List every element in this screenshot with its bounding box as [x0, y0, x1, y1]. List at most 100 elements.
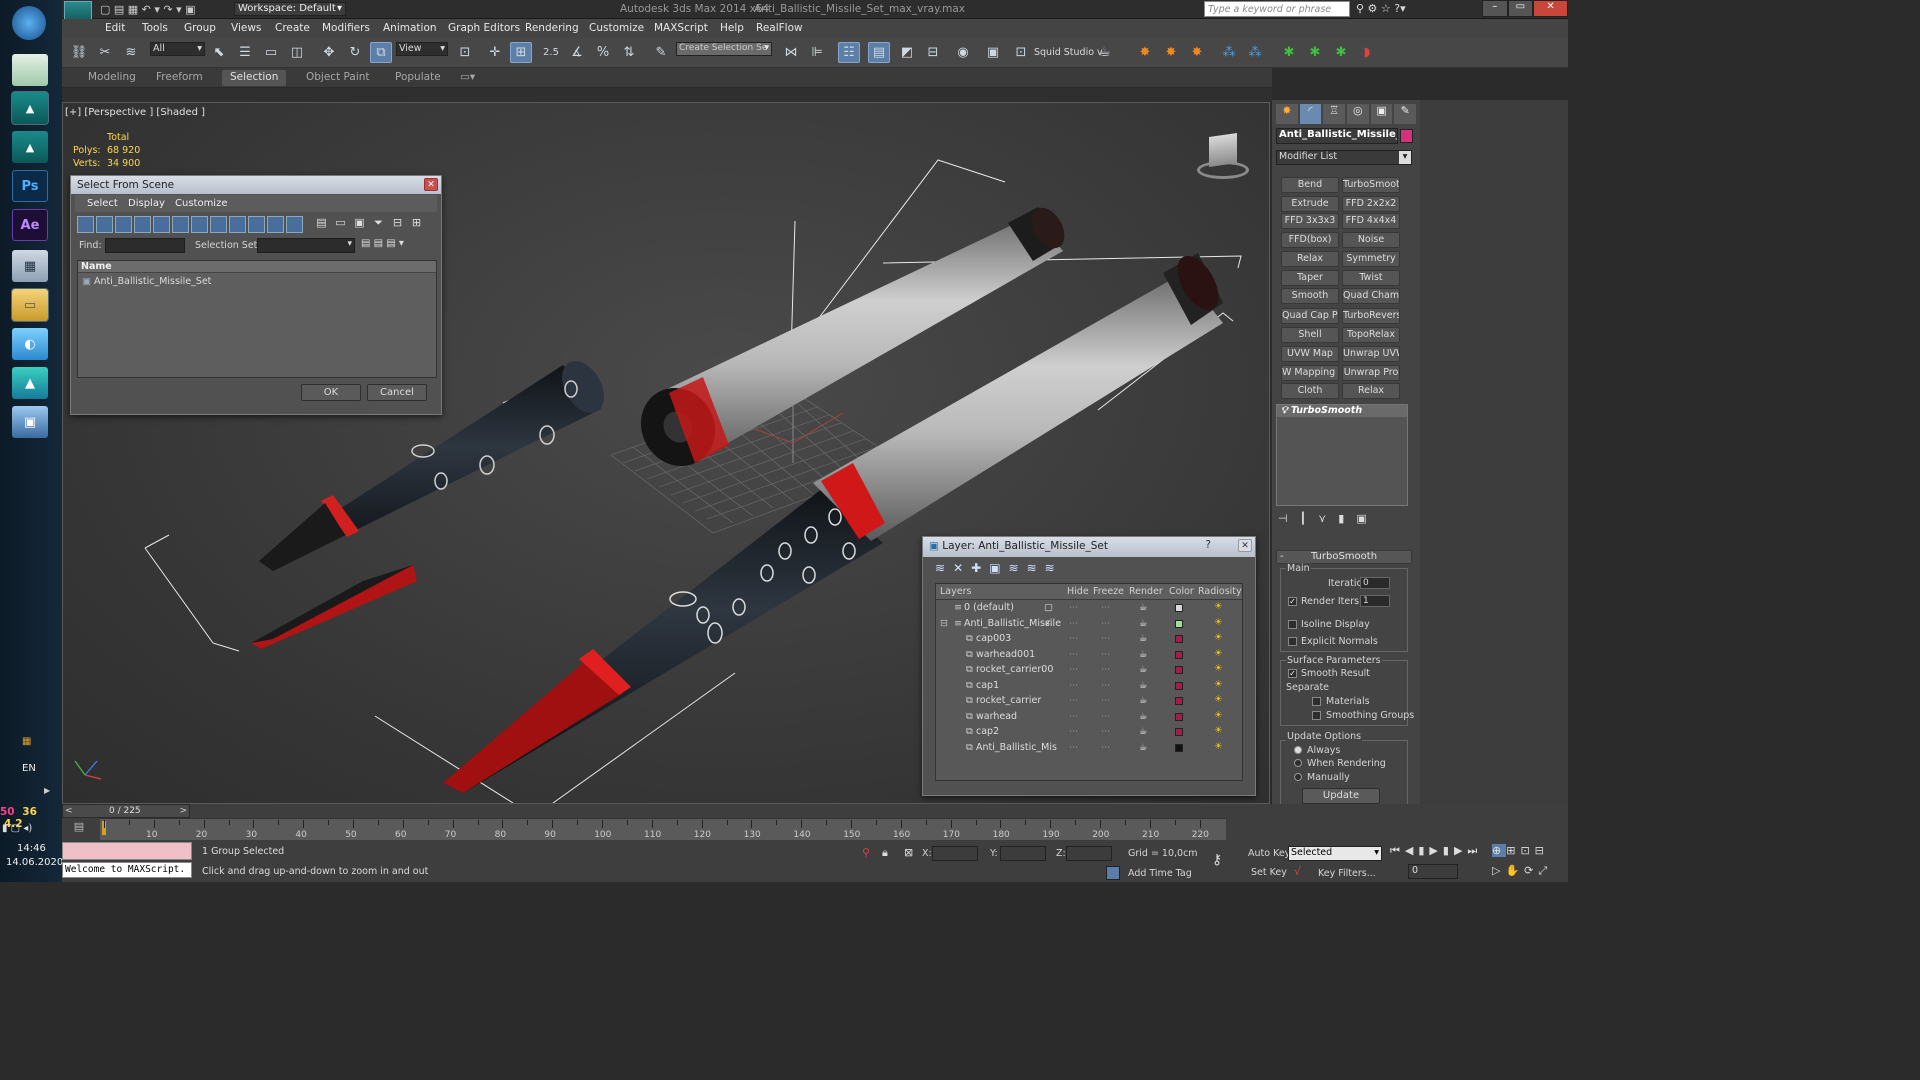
layer-name[interactable]: Anti_Ballistic_Mis	[976, 742, 1057, 753]
modifier-button-shell[interactable]: Shell	[1281, 327, 1339, 343]
iterations-spinner[interactable]: 0	[1360, 577, 1390, 589]
layer-name[interactable]: cap1	[976, 680, 999, 691]
render-teapot-icon[interactable]: ☕	[1139, 649, 1148, 660]
layer-row[interactable]: ⧉ cap2 ⋯ ⋯ ☕ ☀	[936, 725, 1242, 741]
layer-color-swatch[interactable]	[1175, 604, 1183, 612]
angle-snap-icon[interactable]: ∡	[566, 42, 588, 63]
menu-display[interactable]: Display	[128, 198, 165, 209]
layer-row[interactable]: ⊟ ≡ Anti_Ballistic_Missile ✓ ⋯ ⋯ ☕ ☀	[936, 617, 1242, 633]
radiosity-icon[interactable]: ☀	[1214, 617, 1223, 628]
realflow-icon-1[interactable]: ✸	[1134, 42, 1156, 63]
smoothing-groups-checkbox[interactable]	[1312, 711, 1321, 720]
tab-populate[interactable]: Populate	[387, 70, 449, 86]
menu-graph-editors[interactable]: Graph Editors	[448, 22, 520, 34]
freeze-toggle[interactable]: ⋯	[1101, 618, 1111, 629]
layer-color-swatch[interactable]	[1175, 743, 1183, 752]
after-effects-icon[interactable]: Ae	[12, 209, 48, 241]
close-icon[interactable]: ✕	[1238, 539, 1252, 552]
modifier-button-relax[interactable]: Relax	[1281, 251, 1339, 267]
zoom-all-icon[interactable]: ⊞	[1506, 844, 1520, 857]
hide-all-icon[interactable]: ≋	[1027, 561, 1045, 575]
3dsmax-app-icon-2[interactable]: ▲	[12, 131, 48, 163]
link-icon[interactable]: ⛓	[68, 42, 90, 63]
layer-color-swatch[interactable]	[1175, 666, 1183, 674]
orbit-icon[interactable]: ⟳	[1524, 864, 1538, 877]
maxscript-listener[interactable]: Welcome to MAXScript.	[62, 862, 192, 878]
hide-toggle[interactable]: ⋯	[1069, 649, 1079, 660]
keyboard-shortcut-icon[interactable]: ⊞	[510, 42, 532, 63]
highlight-layer-icon[interactable]: ≋	[1009, 561, 1027, 575]
freeze-toggle[interactable]: ⋯	[1101, 633, 1111, 644]
modifier-button-ffd-2x2x2[interactable]: FFD 2x2x2	[1342, 196, 1400, 212]
curve-editor-icon[interactable]: ◩	[896, 42, 918, 63]
radiosity-icon[interactable]: ☀	[1214, 663, 1223, 674]
dialog-title-bar[interactable]: Select From Scene ✕	[71, 176, 441, 194]
select-none-icon[interactable]: ▭	[332, 216, 349, 233]
layer-name[interactable]: cap003	[976, 633, 1011, 644]
maxscript-listener-pink[interactable]	[62, 842, 192, 860]
col-color[interactable]: Color	[1169, 586, 1194, 597]
menu-animation[interactable]: Animation	[383, 22, 437, 34]
mini-curve-editor-icon[interactable]: ▤	[62, 820, 96, 840]
menu-realflow[interactable]: RealFlow	[756, 22, 803, 34]
modifier-button-turboreverse[interactable]: TurboReverse	[1342, 308, 1400, 324]
zoom-extents-icon[interactable]: ⊡	[1520, 844, 1534, 857]
select-in-layer-icon[interactable]: ▣	[989, 561, 1008, 575]
freeze-toggle[interactable]: ⋯	[1101, 711, 1111, 722]
graphite-toggle-icon[interactable]: ▤	[868, 42, 890, 63]
radiosity-icon[interactable]: ☀	[1214, 648, 1223, 659]
utilities-tab-icon[interactable]: ✎	[1394, 104, 1417, 124]
create-tab-icon[interactable]: ✸	[1276, 104, 1298, 124]
menu-customize[interactable]: Customize	[589, 22, 644, 34]
col-radiosity[interactable]: Radiosity	[1198, 586, 1242, 597]
modifier-button-relax[interactable]: Relax	[1342, 383, 1400, 399]
ribbon-options-icon[interactable]: ▭▾	[452, 70, 483, 86]
freeze-toggle[interactable]: ⋯	[1101, 602, 1111, 613]
start-button[interactable]	[12, 6, 46, 40]
auto-key-button[interactable]: Auto Key	[1248, 848, 1290, 859]
prev-key-icon[interactable]: ◀▮	[1405, 844, 1430, 857]
hide-toggle[interactable]: ⋯	[1069, 618, 1079, 629]
menu-edit[interactable]: Edit	[105, 22, 125, 34]
menu-maxscript[interactable]: MAXScript	[654, 22, 708, 34]
filter-bones-icon[interactable]	[229, 216, 246, 233]
display-tab-icon[interactable]: ▣	[1370, 104, 1393, 124]
mail-app-icon[interactable]	[12, 54, 48, 86]
lock-selection-icon[interactable]: 🔒︎	[882, 846, 888, 860]
realflow-icon-9[interactable]: ◗	[1356, 42, 1378, 63]
modifier-button-extrude[interactable]: Extrude	[1281, 196, 1339, 212]
modify-tab-icon[interactable]: ◜	[1299, 104, 1322, 124]
absolute-mode-icon[interactable]: ⊠	[904, 846, 913, 859]
modifier-button-uvw-map[interactable]: UVW Map	[1281, 346, 1339, 362]
column-name-header[interactable]: Name	[78, 261, 436, 273]
modifier-button-unwrap-uvw[interactable]: Unwrap UVW	[1342, 346, 1400, 362]
clock-time[interactable]: 14:46	[17, 843, 46, 854]
realflow-icon-6[interactable]: ✱	[1278, 42, 1300, 63]
zoom-icon[interactable]: ⊕	[1492, 844, 1507, 857]
layer-color-swatch[interactable]	[1175, 697, 1183, 705]
filter-lights-icon[interactable]	[115, 216, 132, 233]
hide-toggle[interactable]: ⋯	[1069, 711, 1079, 722]
modifier-button-w-mapping-cle[interactable]: W Mapping Cle	[1281, 365, 1339, 381]
layer-row[interactable]: ⧉ cap003 ⋯ ⋯ ☕ ☀	[936, 632, 1242, 648]
layer-color-swatch[interactable]	[1175, 712, 1183, 721]
layer-row[interactable]: ⧉ Anti_Ballistic_Mis ⋯ ⋯ ☕ ☀	[936, 741, 1242, 757]
menu-tools[interactable]: Tools	[142, 22, 168, 34]
render-iters-spinner[interactable]: 1	[1360, 595, 1390, 607]
zoom-extents-all-icon[interactable]: ⊟	[1535, 844, 1549, 857]
radiosity-icon[interactable]: ☀	[1214, 710, 1223, 721]
window-crossing-icon[interactable]: ◫	[286, 42, 308, 63]
layer-row[interactable]: ⧉ cap1 ⋯ ⋯ ☕ ☀	[936, 679, 1242, 695]
modifier-button-unwrap-pro[interactable]: Unwrap Pro	[1342, 365, 1400, 381]
hide-toggle[interactable]: ⋯	[1069, 664, 1079, 675]
modifier-button-ffd-3x3x3[interactable]: FFD 3x3x3	[1281, 213, 1339, 229]
freeze-all-icon[interactable]: ≋	[1045, 561, 1063, 575]
col-hide[interactable]: Hide	[1067, 586, 1089, 597]
bulb-icon[interactable]: 💡︎	[1281, 405, 1288, 416]
filter-geometry-icon[interactable]	[77, 216, 94, 233]
freeze-toggle[interactable]: ⋯	[1101, 649, 1111, 660]
cancel-button[interactable]: Cancel	[367, 384, 427, 401]
snap-toggle-icon[interactable]: 2.5	[540, 42, 562, 63]
select-by-name-icon[interactable]: ☰	[234, 42, 256, 63]
menu-select[interactable]: Select	[87, 198, 118, 209]
